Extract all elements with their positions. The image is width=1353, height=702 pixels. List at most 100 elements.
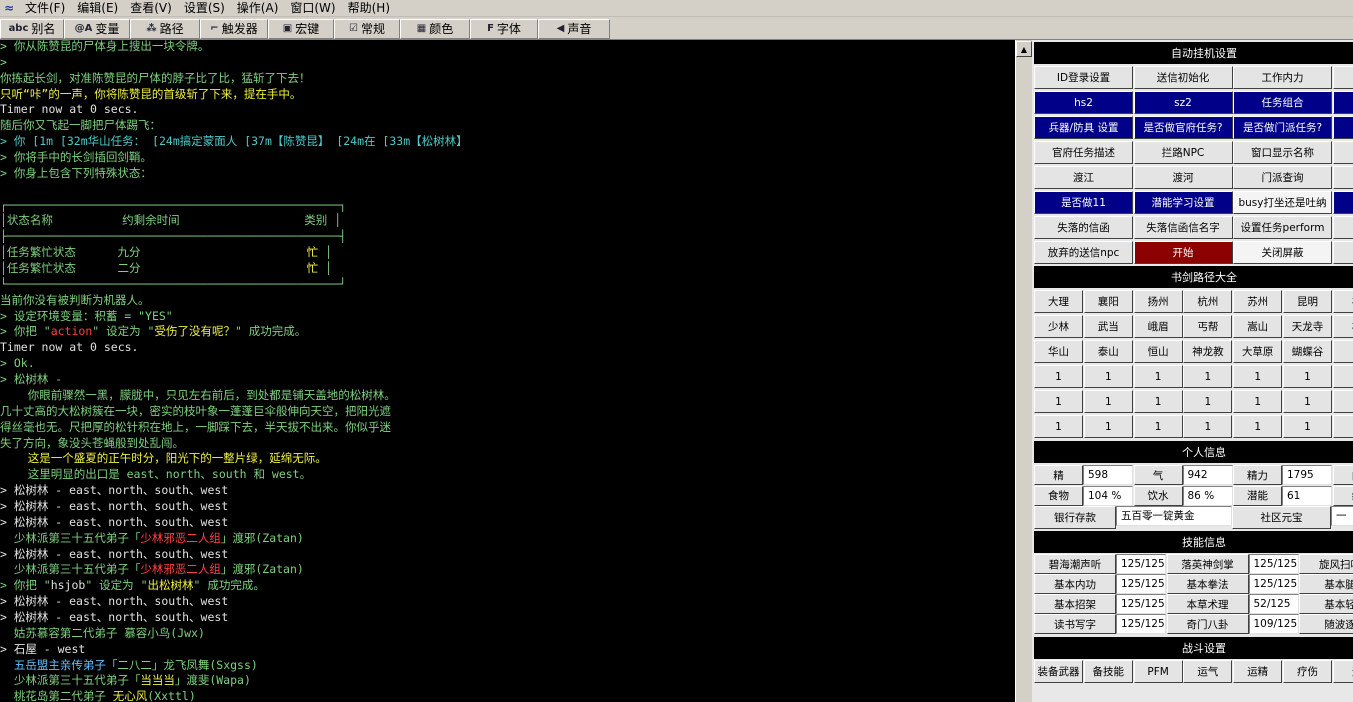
auto-setting-button[interactable]: 是否做门派任务?	[1233, 116, 1332, 139]
path-button[interactable]: 1	[1083, 365, 1133, 388]
auto-setting-button[interactable]: 送信初始化	[1133, 66, 1233, 89]
path-button[interactable]: 天龙寺	[1283, 315, 1332, 338]
auto-setting-button[interactable]: 兵器/防具 设置	[1034, 116, 1133, 139]
path-button[interactable]: 1	[1083, 390, 1133, 413]
path-button[interactable]: 1	[1034, 415, 1083, 438]
path-button[interactable]	[1332, 415, 1353, 438]
auto-setting-button[interactable]: 工作内力	[1233, 66, 1332, 89]
path-button[interactable]: 大草原	[1233, 340, 1283, 363]
menu-item[interactable]: 查看(V)	[124, 0, 178, 16]
menu-item[interactable]: 窗口(W)	[284, 0, 341, 16]
auto-setting-button[interactable]: 潜能学习设置	[1133, 191, 1233, 214]
path-button[interactable]: 泰山	[1083, 340, 1133, 363]
auto-setting-button[interactable]: 拦路NPC	[1133, 141, 1233, 164]
auto-setting-button[interactable]: sz2	[1133, 91, 1233, 114]
path-button[interactable]: 1	[1233, 390, 1283, 413]
combat-button[interactable]: 疗伤	[1283, 660, 1332, 683]
path-button[interactable]: 嵩山	[1233, 315, 1283, 338]
toolbar-macro-button[interactable]: ▣ 宏键	[268, 18, 334, 39]
path-button[interactable]: 杭州	[1183, 290, 1233, 313]
path-button[interactable]: 1	[1283, 365, 1332, 388]
menu-item[interactable]: 设置(S)	[178, 0, 231, 16]
auto-setting-button[interactable]: 渡河	[1133, 166, 1233, 189]
auto-setting-button[interactable]: 战	[1332, 191, 1353, 214]
path-button[interactable]: 襄阳	[1083, 290, 1133, 313]
path-button[interactable]: 1	[1233, 415, 1283, 438]
path-button[interactable]: 武当	[1083, 315, 1133, 338]
scroll-up-arrow-icon[interactable]: ▲	[1016, 41, 1032, 57]
path-button[interactable]: 丐帮	[1183, 315, 1233, 338]
path-button[interactable]: 1	[1233, 365, 1283, 388]
path-button[interactable]: 1	[1283, 390, 1332, 413]
auto-setting-button[interactable]: busy打坐还是吐纳	[1233, 191, 1332, 214]
auto-setting-button[interactable]: 门派查询	[1233, 166, 1332, 189]
path-button[interactable]: 桃	[1332, 315, 1353, 338]
auto-setting-button[interactable]	[1332, 66, 1353, 89]
auto-setting-button[interactable]: ID登录设置	[1034, 66, 1133, 89]
path-button[interactable]: 1	[1133, 415, 1183, 438]
path-button[interactable]: 1	[1034, 365, 1083, 388]
path-button[interactable]: 1	[1183, 390, 1233, 413]
auto-setting-button[interactable]: 设置任务perform	[1233, 216, 1332, 239]
combat-button[interactable]: 运精	[1233, 660, 1283, 683]
path-button[interactable]	[1332, 340, 1353, 363]
auto-setting-button[interactable]: 放弃的送信npc	[1034, 241, 1133, 264]
combat-button[interactable]: 运气	[1183, 660, 1233, 683]
auto-setting-button[interactable]	[1332, 116, 1353, 139]
path-button[interactable]: 神龙教	[1183, 340, 1233, 363]
auto-setting-button[interactable]: 窗口显示名称	[1233, 141, 1332, 164]
path-button[interactable]	[1332, 390, 1353, 413]
auto-setting-button[interactable]: 开始	[1133, 241, 1233, 264]
auto-setting-button[interactable]	[1332, 141, 1353, 164]
path-button[interactable]: 1	[1183, 415, 1233, 438]
path-button[interactable]: 1	[1034, 390, 1083, 413]
auto-setting-button[interactable]: hs2	[1034, 91, 1133, 114]
path-button[interactable]: 华山	[1034, 340, 1083, 363]
path-button[interactable]: 蝴蝶谷	[1283, 340, 1332, 363]
auto-setting-button[interactable]	[1332, 241, 1353, 264]
terminal-scrollbar[interactable]: ▲	[1015, 40, 1032, 702]
combat-button[interactable]: 装备武器	[1034, 660, 1083, 683]
path-button[interactable]: 1	[1133, 365, 1183, 388]
toolbar-color-button[interactable]: ▦ 颜色	[400, 18, 470, 39]
toolbar-alias-button[interactable]: abc 别名	[0, 18, 64, 39]
auto-setting-button[interactable]: 是否做官府任务?	[1133, 116, 1233, 139]
path-button[interactable]: 1	[1133, 390, 1183, 413]
path-button[interactable]: 1	[1283, 415, 1332, 438]
path-button[interactable]: 1	[1083, 415, 1133, 438]
auto-setting-button[interactable]: 失落的信函	[1034, 216, 1133, 239]
auto-setting-button[interactable]: 官府任务描述	[1034, 141, 1133, 164]
combat-button[interactable]: 运	[1332, 660, 1353, 683]
path-button[interactable]: 恒山	[1133, 340, 1183, 363]
combat-button[interactable]: 备技能	[1083, 660, 1133, 683]
path-button[interactable]: 峨眉	[1133, 315, 1183, 338]
path-button[interactable]: 苏州	[1233, 290, 1283, 313]
menu-item[interactable]: 帮助(H)	[342, 0, 396, 16]
auto-setting-button[interactable]: 关闭屏蔽	[1233, 241, 1332, 264]
toolbar-path-button[interactable]: ⁂ 路径	[130, 18, 200, 39]
auto-setting-button[interactable]: 失落信函信名字	[1133, 216, 1233, 239]
auto-setting-button[interactable]	[1332, 216, 1353, 239]
path-button[interactable]: 福	[1332, 290, 1353, 313]
auto-setting-button[interactable]: 查	[1332, 166, 1353, 189]
auto-setting-button[interactable]: 战	[1332, 91, 1353, 114]
menu-item[interactable]: 文件(F)	[19, 0, 71, 16]
path-button[interactable]: 大理	[1034, 290, 1083, 313]
terminal-output[interactable]: > 你从陈赞昆的尸体身上搜出一块令牌。 > 你拣起长剑，对准陈赞昆的尸体的脖子比了比…	[0, 40, 1015, 702]
auto-setting-button[interactable]: 任务组合	[1233, 91, 1332, 114]
menu-item[interactable]: 编辑(E)	[71, 0, 124, 16]
path-button[interactable]	[1332, 365, 1353, 388]
toolbar-trigger-button[interactable]: ⌐ 触发器	[200, 18, 268, 39]
menu-item[interactable]: 操作(A)	[231, 0, 285, 16]
auto-setting-button[interactable]: 渡江	[1034, 166, 1133, 189]
toolbar-sound-button[interactable]: ◀ 声音	[538, 18, 610, 39]
toolbar-general-button[interactable]: ☑ 常规	[334, 18, 400, 39]
path-button[interactable]: 昆明	[1283, 290, 1332, 313]
path-button[interactable]: 1	[1183, 365, 1233, 388]
toolbar-font-button[interactable]: F 字体	[470, 18, 538, 39]
path-button[interactable]: 少林	[1034, 315, 1083, 338]
path-button[interactable]: 扬州	[1133, 290, 1183, 313]
combat-button[interactable]: PFM	[1133, 660, 1183, 683]
toolbar-variable-button[interactable]: @A 变量	[64, 18, 130, 39]
auto-setting-button[interactable]: 是否做11	[1034, 191, 1133, 214]
